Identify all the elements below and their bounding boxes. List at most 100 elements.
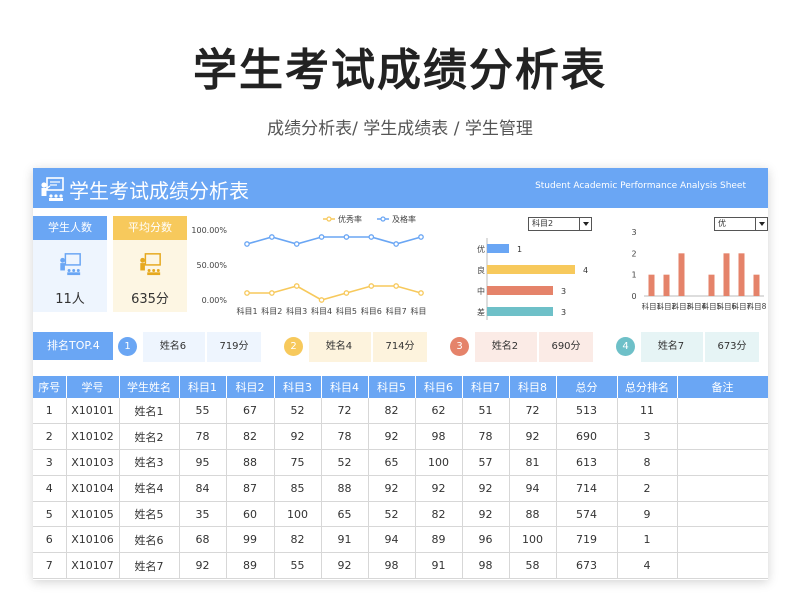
table-cell[interactable]: 姓名1	[119, 398, 180, 425]
table-cell[interactable]	[677, 501, 768, 528]
table-cell[interactable]: X10101	[66, 398, 120, 425]
table-cell[interactable]: X10107	[66, 552, 120, 580]
column-header[interactable]: 科目1	[179, 376, 227, 398]
column-header[interactable]: 序号	[33, 376, 67, 398]
table-cell[interactable]: 67	[226, 398, 275, 425]
table-cell[interactable]: 89	[226, 552, 275, 580]
column-header[interactable]: 科目7	[462, 376, 510, 398]
table-cell[interactable]: 95	[179, 449, 227, 476]
table-cell[interactable]: 55	[274, 552, 322, 580]
table-cell[interactable]	[677, 526, 768, 554]
table-cell[interactable]	[677, 398, 768, 425]
table-cell[interactable]: 75	[274, 449, 322, 476]
table-cell[interactable]: 1	[33, 398, 67, 425]
table-cell[interactable]: 55	[179, 398, 227, 425]
table-cell[interactable]: 100	[415, 449, 463, 476]
table-cell[interactable]: 88	[226, 449, 275, 476]
column-header[interactable]: 科目4	[321, 376, 369, 398]
table-cell[interactable]: 58	[509, 552, 557, 580]
table-cell[interactable]: 6	[33, 526, 67, 554]
table-cell[interactable]: 4	[33, 475, 67, 502]
table-cell[interactable]: 9	[617, 501, 678, 528]
table-cell[interactable]: 68	[179, 526, 227, 554]
table-cell[interactable]: 92	[368, 423, 416, 451]
grade-select[interactable]: 优	[714, 217, 768, 231]
table-cell[interactable]: 92	[509, 423, 557, 451]
table-cell[interactable]	[677, 449, 768, 476]
table-cell[interactable]: 94	[368, 526, 416, 554]
table-cell[interactable]: X10104	[66, 475, 120, 502]
table-cell[interactable]: 82	[368, 398, 416, 425]
table-cell[interactable]: 92	[321, 552, 369, 580]
table-cell[interactable]: 714	[556, 475, 618, 502]
table-cell[interactable]: 8	[617, 449, 678, 476]
table-cell[interactable]: 92	[462, 475, 510, 502]
table-cell[interactable]: 100	[274, 501, 322, 528]
table-cell[interactable]: 2	[33, 423, 67, 451]
table-cell[interactable]: 姓名6	[119, 526, 180, 554]
table-cell[interactable]: 690	[556, 423, 618, 451]
table-cell[interactable]: 88	[509, 501, 557, 528]
table-cell[interactable]: 姓名2	[119, 423, 180, 451]
table-cell[interactable]: 92	[274, 423, 322, 451]
table-cell[interactable]: 98	[462, 552, 510, 580]
table-cell[interactable]: 姓名3	[119, 449, 180, 476]
column-header[interactable]: 学号	[66, 376, 120, 398]
table-cell[interactable]: 2	[617, 475, 678, 502]
table-cell[interactable]: 65	[368, 449, 416, 476]
table-cell[interactable]: 姓名5	[119, 501, 180, 528]
table-cell[interactable]	[677, 475, 768, 502]
table-cell[interactable]: 673	[556, 552, 618, 580]
column-header[interactable]: 总分	[556, 376, 618, 398]
column-header[interactable]: 备注	[677, 376, 768, 398]
table-cell[interactable]: 92	[368, 475, 416, 502]
table-cell[interactable]: 96	[462, 526, 510, 554]
table-cell[interactable]: 62	[415, 398, 463, 425]
table-cell[interactable]: 613	[556, 449, 618, 476]
table-cell[interactable]: X10105	[66, 501, 120, 528]
table-cell[interactable]: 78	[462, 423, 510, 451]
table-cell[interactable]: 57	[462, 449, 510, 476]
table-cell[interactable]: 52	[368, 501, 416, 528]
column-header[interactable]: 科目8	[509, 376, 557, 398]
table-cell[interactable]: 82	[415, 501, 463, 528]
column-header[interactable]: 科目3	[274, 376, 322, 398]
table-cell[interactable]: X10106	[66, 526, 120, 554]
table-cell[interactable]: 78	[179, 423, 227, 451]
table-cell[interactable]: 81	[509, 449, 557, 476]
table-cell[interactable]	[677, 423, 768, 451]
table-cell[interactable]: 52	[321, 449, 369, 476]
table-cell[interactable]: 92	[415, 475, 463, 502]
column-header[interactable]: 科目6	[415, 376, 463, 398]
table-cell[interactable]: 574	[556, 501, 618, 528]
table-cell[interactable]: 100	[509, 526, 557, 554]
table-cell[interactable]: X10102	[66, 423, 120, 451]
table-cell[interactable]: 719	[556, 526, 618, 554]
table-cell[interactable]: 78	[321, 423, 369, 451]
table-cell[interactable]: 92	[462, 501, 510, 528]
table-cell[interactable]: 91	[321, 526, 369, 554]
table-cell[interactable]: 3	[617, 423, 678, 451]
table-cell[interactable]: 姓名4	[119, 475, 180, 502]
table-cell[interactable]: 1	[617, 526, 678, 554]
column-header[interactable]: 学生姓名	[119, 376, 180, 398]
table-cell[interactable]: 513	[556, 398, 618, 425]
table-cell[interactable]: 88	[321, 475, 369, 502]
table-cell[interactable]: 87	[226, 475, 275, 502]
table-cell[interactable]: 52	[274, 398, 322, 425]
table-cell[interactable]: 3	[33, 449, 67, 476]
table-cell[interactable]: 51	[462, 398, 510, 425]
table-cell[interactable]: 72	[321, 398, 369, 425]
table-cell[interactable]: 35	[179, 501, 227, 528]
table-cell[interactable]: 82	[274, 526, 322, 554]
column-header[interactable]: 科目2	[226, 376, 275, 398]
table-cell[interactable]: 7	[33, 552, 67, 580]
subject-select[interactable]: 科目2	[528, 217, 592, 231]
table-cell[interactable]: 60	[226, 501, 275, 528]
table-cell[interactable]: 5	[33, 501, 67, 528]
table-cell[interactable]: 91	[415, 552, 463, 580]
table-cell[interactable]: 72	[509, 398, 557, 425]
table-cell[interactable]: 65	[321, 501, 369, 528]
table-cell[interactable]: 85	[274, 475, 322, 502]
table-cell[interactable]: X10103	[66, 449, 120, 476]
